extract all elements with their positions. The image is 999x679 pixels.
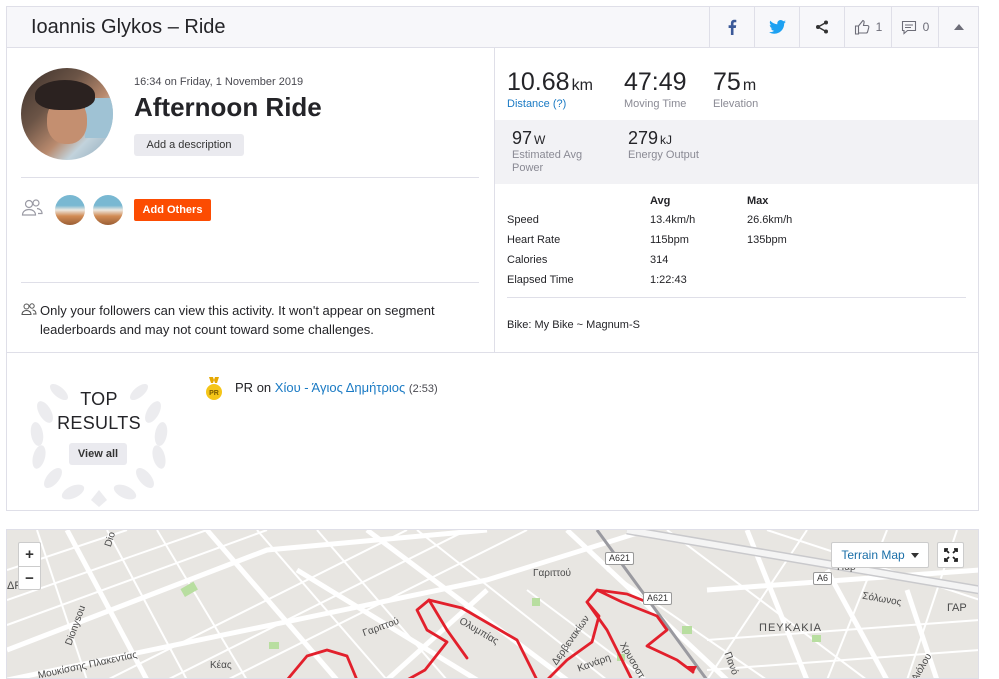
comment-count: 0: [922, 20, 930, 34]
page-title: Ioannis Glykos – Ride: [31, 16, 226, 38]
row-avg: 314: [650, 254, 669, 266]
map-label: ΓΑΡ: [947, 602, 967, 614]
caret-down-icon: [910, 552, 919, 558]
distance-unit: km: [571, 77, 593, 94]
col-max-header: Max: [747, 195, 769, 207]
map-type-dropdown[interactable]: Terrain Map: [831, 542, 929, 568]
power-unit: W: [534, 133, 546, 147]
power-label: Estimated Avg Power: [512, 149, 583, 174]
bike-info[interactable]: Bike: My Bike ~ Magnum-S: [507, 319, 640, 331]
route-map[interactable]: Dio ΔΡΙ Dionysou Γαριττού Γαριττού Ολυμπ…: [6, 529, 979, 679]
road-badge: A6: [813, 572, 833, 585]
moving-time-stat: 47:49 Moving Time: [624, 68, 687, 110]
pr-label: PR: [235, 380, 254, 395]
fullscreen-button[interactable]: [937, 542, 964, 568]
secondary-stats: 97 W Estimated Avg Power 279 kJ Energy Out…: [495, 120, 978, 184]
pr-result: PR on Χίου - Άγιος Δημήτριος (2:53): [235, 380, 438, 395]
activity-stats: 10.68 km Distance (?) 47:49 Moving Time 7…: [495, 48, 978, 352]
segment-link[interactable]: Χίου - Άγιος Δημήτριος: [275, 380, 406, 395]
energy-value: 279: [628, 128, 659, 148]
medal-label: PR: [209, 390, 219, 397]
activity-header: Ioannis Glykos – Ride 1 0: [7, 7, 978, 48]
map-label: ΠΕΥΚΑΚΙΑ: [759, 622, 823, 634]
elevation-stat: 75 m Elevation: [713, 68, 758, 110]
thumbs-up-icon: [854, 19, 870, 35]
activity-datetime: 16:34 on Friday, 1 November 2019: [134, 76, 304, 88]
share-icon: [816, 20, 828, 34]
table-row: Heart Rate 115bpm 135bpm: [507, 234, 967, 252]
facebook-share-button[interactable]: [709, 7, 754, 47]
comment-icon: [901, 20, 916, 35]
top-results-line1: TOP: [80, 389, 118, 409]
distance-stat: 10.68 km Distance (?): [507, 68, 593, 110]
activity-title[interactable]: Afternoon Ride: [134, 92, 322, 123]
moving-time-label: Moving Time: [624, 98, 687, 110]
zoom-in-button[interactable]: +: [19, 543, 40, 566]
map-label: Γαριττού: [533, 568, 571, 579]
power-stat: 97 W Estimated Avg Power: [512, 128, 602, 175]
row-avg: 115bpm: [650, 234, 689, 246]
top-results-line2: RESULTS: [57, 413, 141, 433]
row-max: 26.6km/h: [747, 214, 793, 226]
pr-medal-icon: PR: [206, 377, 222, 400]
table-row: Elapsed Time 1:22:43: [507, 274, 967, 292]
divider: [7, 352, 978, 353]
road-badge: A621: [605, 552, 635, 565]
col-avg-header: Avg: [650, 195, 671, 207]
zoom-out-button[interactable]: −: [19, 567, 40, 590]
map-label: Κέας: [210, 660, 232, 671]
table-row: Speed 13.4km/h 26.6km/h: [507, 214, 967, 232]
divider: [21, 177, 479, 178]
segment-time: (2:53): [408, 383, 438, 395]
moving-time-value: 47:49: [624, 68, 687, 96]
share-button[interactable]: [799, 7, 844, 47]
elevation-unit: m: [742, 77, 757, 94]
athlete-avatar[interactable]: [21, 68, 113, 160]
view-all-button[interactable]: View all: [69, 443, 127, 465]
divider: [507, 297, 966, 298]
avatar-hair: [35, 80, 95, 110]
add-others-button[interactable]: Add Others: [134, 199, 211, 221]
top-results-title: TOP RESULTS: [25, 387, 173, 435]
map-type-label: Terrain Map: [841, 548, 905, 562]
row-label: Calories: [507, 254, 548, 266]
twitter-icon: [768, 20, 786, 34]
kudos-count: 1: [875, 20, 883, 34]
group-icon: [21, 199, 43, 216]
elevation-label: Elevation: [713, 98, 759, 110]
row-avg: 1:22:43: [650, 274, 687, 286]
distance-label[interactable]: Distance (?): [507, 98, 593, 110]
road-badge: A621: [643, 592, 673, 605]
participant-avatar[interactable]: [55, 195, 85, 225]
distance-value: 10.68: [507, 68, 570, 96]
comment-button[interactable]: 0: [891, 7, 938, 47]
twitter-share-button[interactable]: [754, 7, 799, 47]
row-label: Heart Rate: [507, 234, 561, 246]
power-value: 97: [512, 128, 533, 148]
participant-avatar[interactable]: [93, 195, 123, 225]
facebook-icon: [728, 19, 737, 35]
row-avg: 13.4km/h: [650, 214, 696, 226]
zoom-control: + −: [18, 542, 41, 590]
pr-on: on: [256, 380, 272, 395]
followers-icon: [21, 303, 37, 315]
kudos-button[interactable]: 1: [844, 7, 891, 47]
fullscreen-icon: [943, 548, 958, 562]
divider: [21, 282, 479, 283]
row-label: Speed: [507, 214, 539, 226]
add-description-button[interactable]: Add a description: [134, 134, 244, 156]
elevation-value: 75: [713, 68, 741, 96]
energy-unit: kJ: [660, 133, 673, 147]
caret-up-icon: [953, 24, 964, 30]
privacy-note: Only your followers can view this activi…: [40, 303, 435, 337]
collapse-button[interactable]: [938, 7, 978, 47]
row-max: 135bpm: [747, 234, 787, 246]
energy-label: Energy Output: [628, 149, 699, 161]
energy-stat: 279 kJ Energy Output: [628, 128, 738, 162]
table-row: Calories 314: [507, 254, 967, 272]
activity-summary: 16:34 on Friday, 1 November 2019 Afterno…: [7, 48, 494, 352]
activity-card: Ioannis Glykos – Ride 1 0 16:34 on Frida…: [6, 6, 979, 511]
row-label: Elapsed Time: [507, 274, 574, 286]
